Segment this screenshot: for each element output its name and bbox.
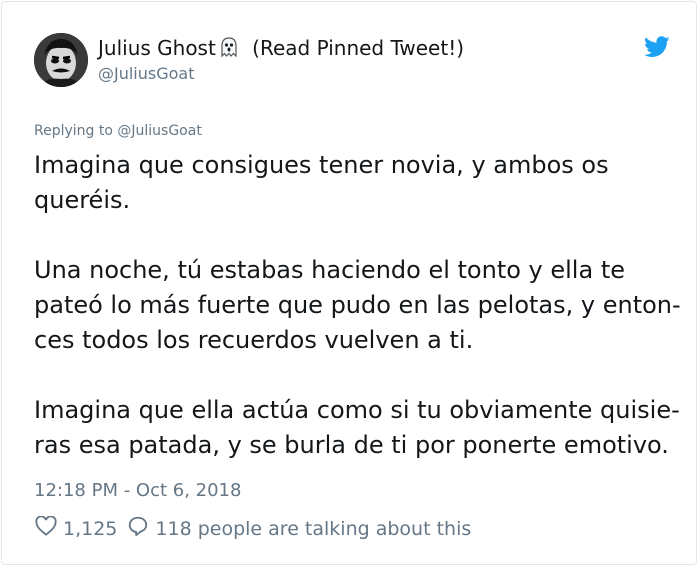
ghost-icon	[218, 36, 240, 63]
user-handle[interactable]: @JuliusGoat	[98, 64, 195, 83]
tweet-paragraph: Una noche, tú estabas haciendo el tonto …	[34, 256, 681, 354]
replying-to[interactable]: Replying to @JuliusGoat	[34, 123, 202, 139]
reply-bubble-icon[interactable]	[127, 515, 149, 542]
timestamp[interactable]: 12:18 PM - Oct 6, 2018	[34, 480, 241, 501]
tweet-card: Julius Ghost (Read Pinned Tweet!) @Juliu…	[1, 1, 697, 565]
display-name-text: Julius Ghost	[98, 36, 216, 60]
heart-icon[interactable]	[35, 515, 57, 541]
tweet-text: Imagina que consigues tener novia, y amb…	[34, 148, 684, 463]
conversation-text[interactable]: 118 people are talking about this	[155, 518, 471, 540]
tweet-actions: 1,125 118 people are talking about this	[35, 515, 471, 542]
display-name-suffix: (Read Pinned Tweet!)	[252, 36, 465, 60]
tweet-paragraph: Imagina que consigues tener novia, y amb…	[34, 151, 609, 214]
tweet-paragraph: Imagina que ella actúa como si tu obviam…	[34, 396, 680, 459]
twitter-bird-icon[interactable]	[644, 36, 670, 62]
display-name[interactable]: Julius Ghost (Read Pinned Tweet!)	[98, 36, 464, 63]
avatar[interactable]	[34, 33, 88, 87]
like-count[interactable]: 1,125	[63, 518, 117, 540]
